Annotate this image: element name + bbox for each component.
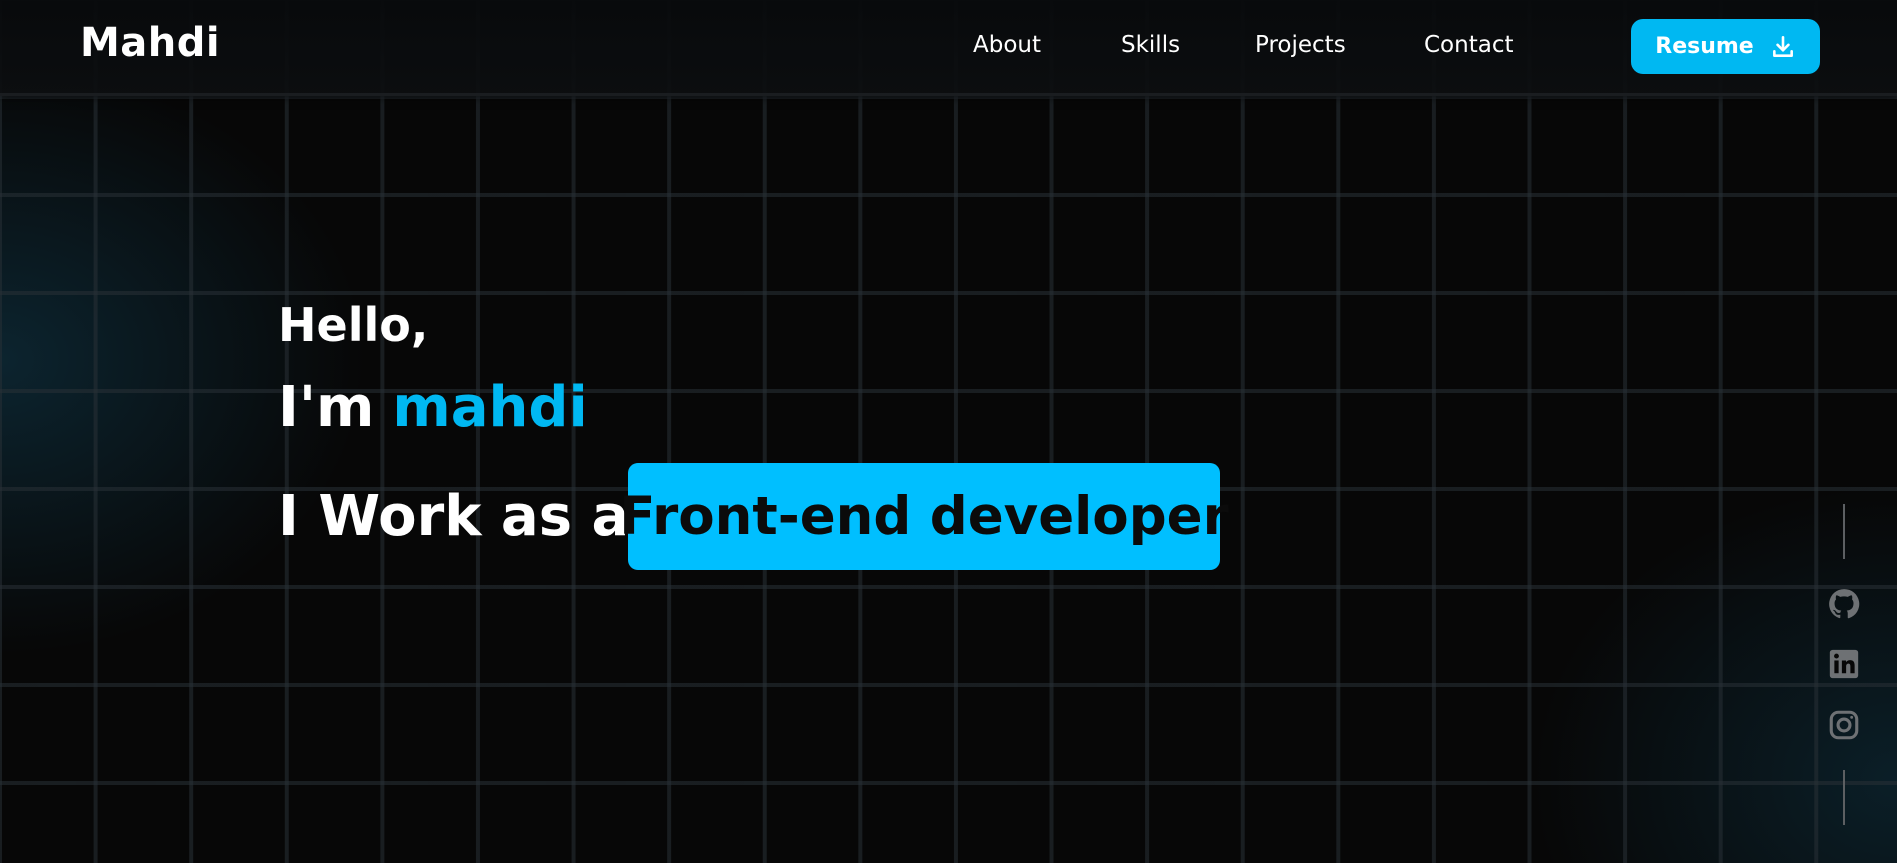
- instagram-link[interactable]: [1826, 707, 1862, 743]
- site-header: Mahdi About Skills Projects Contact Resu…: [0, 0, 1897, 96]
- resume-button-label: Resume: [1655, 34, 1754, 59]
- download-icon: [1772, 35, 1793, 57]
- rail-divider-bottom: [1843, 770, 1845, 825]
- github-link[interactable]: [1826, 586, 1862, 622]
- rail-divider-top: [1843, 504, 1845, 559]
- intro-line: I'm mahdi: [278, 375, 588, 440]
- nav-about[interactable]: About: [973, 32, 1041, 58]
- instagram-icon: [1829, 710, 1859, 740]
- page: Mahdi About Skills Projects Contact Resu…: [0, 0, 1897, 863]
- github-icon: [1829, 589, 1860, 619]
- work-prefix: I Work as a: [278, 484, 630, 549]
- intro-prefix: I'm: [278, 375, 375, 440]
- linkedin-link[interactable]: [1826, 646, 1862, 682]
- greeting: Hello,: [278, 298, 429, 352]
- role-text: Front-end developer: [619, 486, 1229, 547]
- resume-button[interactable]: Resume: [1631, 19, 1820, 74]
- nav-contact[interactable]: Contact: [1424, 32, 1513, 58]
- nav-skills[interactable]: Skills: [1121, 32, 1180, 58]
- logo[interactable]: Mahdi: [80, 20, 220, 66]
- hero-name: mahdi: [392, 375, 588, 440]
- linkedin-icon: [1829, 649, 1859, 679]
- role-badge: Front-end developer: [619, 463, 1229, 570]
- nav-projects[interactable]: Projects: [1255, 32, 1346, 58]
